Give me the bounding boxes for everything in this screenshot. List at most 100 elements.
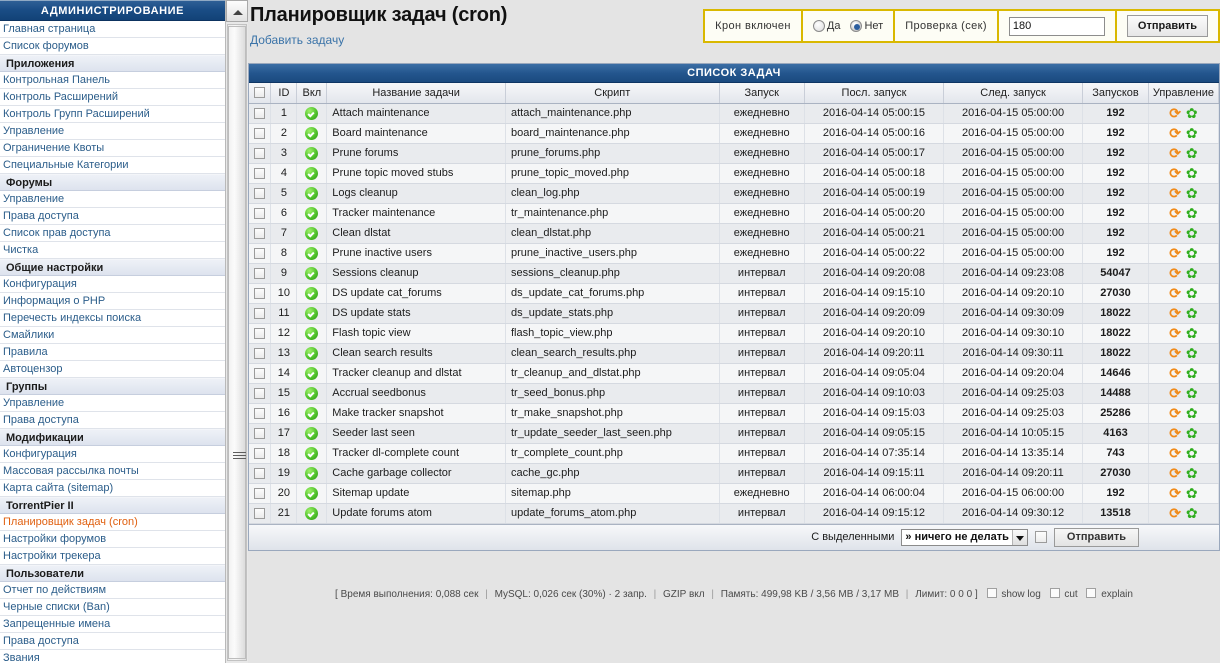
sidebar-item[interactable]: Управление: [0, 395, 225, 412]
row-checkbox[interactable]: [254, 307, 266, 319]
enabled-check-icon[interactable]: [305, 446, 319, 460]
row-checkbox[interactable]: [254, 147, 266, 159]
edit-task-gear-icon[interactable]: ✿: [1186, 165, 1198, 181]
run-now-icon[interactable]: ⟳: [1169, 185, 1181, 201]
enabled-check-icon[interactable]: [305, 506, 319, 520]
enabled-check-icon[interactable]: [305, 166, 319, 180]
row-checkbox[interactable]: [254, 247, 266, 259]
enabled-check-icon[interactable]: [305, 406, 319, 420]
edit-task-gear-icon[interactable]: ✿: [1186, 245, 1198, 261]
sidebar-item[interactable]: Список форумов: [0, 38, 225, 55]
bulk-submit-button[interactable]: Отправить: [1053, 527, 1139, 547]
sidebar-item[interactable]: Конфигурация: [0, 276, 225, 293]
page-scrollbar[interactable]: [225, 0, 248, 663]
enabled-check-icon[interactable]: [305, 426, 319, 440]
radio-no-icon[interactable]: [850, 20, 863, 32]
run-now-icon[interactable]: ⟳: [1169, 425, 1181, 441]
bulk-confirm-checkbox[interactable]: [1034, 531, 1047, 543]
run-now-icon[interactable]: ⟳: [1169, 325, 1181, 341]
sidebar-item[interactable]: Перечесть индексы поиска: [0, 310, 225, 327]
sidebar-item[interactable]: Права доступа: [0, 633, 225, 650]
row-checkbox[interactable]: [254, 287, 266, 299]
cron-yes-radio[interactable]: Да: [812, 20, 840, 32]
edit-task-gear-icon[interactable]: ✿: [1186, 145, 1198, 161]
run-now-icon[interactable]: ⟳: [1169, 465, 1181, 481]
chevron-down-icon[interactable]: [1011, 529, 1027, 545]
sidebar-item[interactable]: Ограничение Квоты: [0, 140, 225, 157]
row-checkbox[interactable]: [254, 347, 266, 359]
enabled-check-icon[interactable]: [305, 286, 319, 300]
enabled-check-icon[interactable]: [305, 326, 319, 340]
sidebar-item[interactable]: Правила: [0, 344, 225, 361]
sidebar-item[interactable]: Чистка: [0, 242, 225, 259]
sidebar-item[interactable]: Информация о PHP: [0, 293, 225, 310]
enabled-check-icon[interactable]: [305, 466, 319, 480]
enabled-check-icon[interactable]: [305, 226, 319, 240]
sidebar-item[interactable]: Настройки форумов: [0, 531, 225, 548]
row-checkbox[interactable]: [254, 127, 266, 139]
enabled-check-icon[interactable]: [305, 366, 319, 380]
run-now-icon[interactable]: ⟳: [1169, 365, 1181, 381]
sidebar-item[interactable]: Управление: [0, 123, 225, 140]
enabled-check-icon[interactable]: [305, 386, 319, 400]
enabled-check-icon[interactable]: [305, 146, 319, 160]
cut-checkbox[interactable]: [1049, 588, 1060, 598]
sidebar-item[interactable]: Специальные Категории: [0, 157, 225, 174]
enabled-check-icon[interactable]: [305, 106, 319, 120]
edit-task-gear-icon[interactable]: ✿: [1186, 465, 1198, 481]
edit-task-gear-icon[interactable]: ✿: [1186, 125, 1198, 141]
run-now-icon[interactable]: ⟳: [1169, 225, 1181, 241]
sidebar-item[interactable]: Планировщик задач (cron): [0, 514, 225, 531]
run-now-icon[interactable]: ⟳: [1169, 265, 1181, 281]
add-task-link[interactable]: Добавить задачу: [248, 27, 344, 47]
show-log-checkbox[interactable]: [986, 588, 997, 598]
edit-task-gear-icon[interactable]: ✿: [1186, 305, 1198, 321]
run-now-icon[interactable]: ⟳: [1169, 505, 1181, 521]
row-checkbox[interactable]: [254, 207, 266, 219]
row-checkbox[interactable]: [254, 387, 266, 399]
cron-submit-button[interactable]: Отправить: [1126, 15, 1208, 37]
edit-task-gear-icon[interactable]: ✿: [1186, 405, 1198, 421]
edit-task-gear-icon[interactable]: ✿: [1186, 225, 1198, 241]
enabled-check-icon[interactable]: [305, 306, 319, 320]
sidebar-item[interactable]: Список прав доступа: [0, 225, 225, 242]
sidebar-item[interactable]: Запрещенные имена: [0, 616, 225, 633]
sidebar-item[interactable]: Конфигурация: [0, 446, 225, 463]
sidebar-item[interactable]: Звания: [0, 650, 225, 663]
sidebar-item[interactable]: Отчет по действиям: [0, 582, 225, 599]
sidebar-item[interactable]: Карта сайта (sitemap): [0, 480, 225, 497]
sidebar-item[interactable]: Главная страница: [0, 21, 225, 38]
row-checkbox[interactable]: [254, 367, 266, 379]
enabled-check-icon[interactable]: [305, 126, 319, 140]
run-now-icon[interactable]: ⟳: [1169, 405, 1181, 421]
row-checkbox[interactable]: [254, 187, 266, 199]
sidebar-item[interactable]: Управление: [0, 191, 225, 208]
cron-no-radio[interactable]: Нет: [850, 20, 883, 32]
run-now-icon[interactable]: ⟳: [1169, 305, 1181, 321]
sidebar-item[interactable]: Контрольная Панель: [0, 72, 225, 89]
bulk-action-select[interactable]: » ничего не делать: [901, 528, 1028, 546]
edit-task-gear-icon[interactable]: ✿: [1186, 385, 1198, 401]
row-checkbox[interactable]: [254, 107, 266, 119]
row-checkbox[interactable]: [254, 507, 266, 519]
run-now-icon[interactable]: ⟳: [1169, 125, 1181, 141]
edit-task-gear-icon[interactable]: ✿: [1186, 185, 1198, 201]
sidebar-item[interactable]: Смайлики: [0, 327, 225, 344]
row-checkbox[interactable]: [254, 487, 266, 499]
sidebar-item[interactable]: Настройки трекера: [0, 548, 225, 565]
edit-task-gear-icon[interactable]: ✿: [1186, 105, 1198, 121]
enabled-check-icon[interactable]: [305, 346, 319, 360]
run-now-icon[interactable]: ⟳: [1169, 345, 1181, 361]
radio-yes-icon[interactable]: [812, 20, 825, 32]
sidebar-item[interactable]: Права доступа: [0, 208, 225, 225]
edit-task-gear-icon[interactable]: ✿: [1186, 425, 1198, 441]
edit-task-gear-icon[interactable]: ✿: [1186, 205, 1198, 221]
sidebar-item[interactable]: Контроль Групп Расширений: [0, 106, 225, 123]
edit-task-gear-icon[interactable]: ✿: [1186, 285, 1198, 301]
run-now-icon[interactable]: ⟳: [1169, 445, 1181, 461]
edit-task-gear-icon[interactable]: ✿: [1186, 485, 1198, 501]
sidebar-item[interactable]: Права доступа: [0, 412, 225, 429]
edit-task-gear-icon[interactable]: ✿: [1186, 345, 1198, 361]
run-now-icon[interactable]: ⟳: [1169, 105, 1181, 121]
sidebar-item[interactable]: Массовая рассылка почты: [0, 463, 225, 480]
